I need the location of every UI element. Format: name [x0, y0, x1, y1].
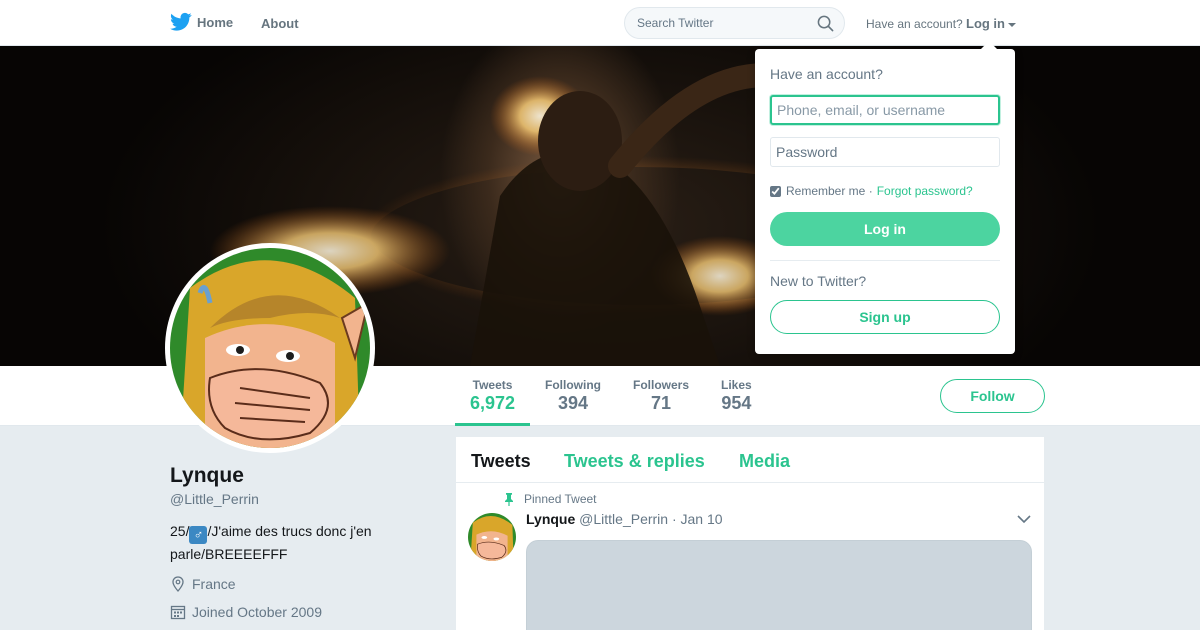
stat-likes-value: 954: [721, 393, 752, 413]
stat-tweets-value: 6,972: [470, 393, 516, 413]
stat-following[interactable]: Following 394: [545, 378, 601, 414]
location-text: France: [192, 576, 236, 592]
have-account-text: Have an account?: [866, 17, 963, 31]
signup-button[interactable]: Sign up: [770, 300, 1000, 334]
login-dropdown-toggle[interactable]: Log in: [966, 16, 1016, 31]
stat-tweets-label: Tweets: [472, 378, 513, 392]
tweet-header: Lynque @Little_Perrin · Jan 10: [526, 511, 723, 527]
tweet-author-name[interactable]: Lynque: [526, 511, 575, 527]
tab-tweets[interactable]: Tweets: [471, 451, 531, 472]
remember-me-row: Remember me · Forgot password?: [770, 184, 973, 198]
twitter-bird-icon: [170, 12, 192, 31]
profile-bio: 25/♂/J'aime des trucs donc j'en parle/BR…: [170, 521, 420, 564]
password-field[interactable]: [770, 137, 1000, 167]
new-to-twitter-text: New to Twitter?: [770, 273, 867, 289]
location-pin-icon: [172, 576, 184, 592]
timeline-tabs: Tweets Tweets & replies Media: [456, 437, 1044, 483]
joined-text: Joined October 2009: [192, 604, 322, 620]
tweet-menu-chevron-icon[interactable]: [1017, 514, 1031, 524]
avatar-elf-image: [170, 248, 370, 448]
tab-tweets-and-replies[interactable]: Tweets & replies: [564, 451, 705, 472]
pin-icon: [505, 492, 513, 506]
remember-me-checkbox[interactable]: [770, 185, 781, 197]
male-sign-emoji-icon: ♂: [189, 526, 208, 544]
search-icon[interactable]: [817, 15, 834, 32]
pinned-tweet-label: Pinned Tweet: [504, 492, 597, 506]
profile-avatar[interactable]: [165, 243, 375, 453]
stat-likes-label: Likes: [721, 378, 752, 392]
search-input[interactable]: [637, 16, 807, 30]
active-stat-underline: [455, 423, 530, 426]
stat-following-value: 394: [557, 393, 589, 413]
username-field[interactable]: [770, 95, 1000, 125]
stat-following-label: Following: [545, 378, 601, 392]
login-dropdown-title: Have an account?: [770, 66, 883, 82]
nav-home-link[interactable]: Home: [170, 12, 233, 32]
profile-name[interactable]: Lynque: [170, 464, 244, 488]
stat-followers-value: 71: [650, 393, 672, 413]
caret-down-icon: [1008, 22, 1016, 27]
profile-joined: Joined October 2009: [170, 604, 322, 620]
tweet-author-handle: @Little_Perrin: [579, 511, 669, 527]
stat-likes[interactable]: Likes 954: [721, 378, 752, 414]
dropdown-divider: [770, 260, 1000, 261]
stat-tweets[interactable]: Tweets 6,972: [470, 378, 515, 414]
follow-button[interactable]: Follow: [940, 379, 1045, 413]
forgot-password-link[interactable]: Forgot password?: [877, 184, 973, 198]
timeline-panel: Tweets Tweets & replies Media Pinned Twe…: [456, 437, 1044, 630]
login-toggle-label: Log in: [966, 16, 1005, 31]
top-navigation-bar: Home About Have an account? Log in: [0, 0, 1200, 46]
remember-me-label: Remember me ·: [786, 184, 873, 198]
tweet-avatar-elf-image: [468, 513, 516, 561]
tweet-author-avatar[interactable]: [468, 513, 516, 561]
pinned-tweet-text: Pinned Tweet: [524, 492, 597, 506]
stat-followers[interactable]: Followers 71: [633, 378, 689, 414]
profile-location: France: [170, 576, 236, 592]
login-button[interactable]: Log in: [770, 212, 1000, 246]
tweet-media-placeholder[interactable]: [526, 540, 1032, 630]
nav-home-label: Home: [197, 14, 234, 30]
stat-followers-label: Followers: [633, 378, 690, 392]
tab-media[interactable]: Media: [739, 451, 790, 472]
tweet-date[interactable]: · Jan 10: [672, 511, 723, 527]
bio-prefix: 25/: [170, 523, 190, 539]
search-box: [624, 7, 845, 39]
calendar-icon: [170, 605, 186, 620]
nav-about-link[interactable]: About: [261, 16, 299, 31]
login-dropdown: Have an account? Remember me · Forgot pa…: [755, 41, 1015, 354]
profile-handle: @Little_Perrin: [170, 491, 259, 507]
